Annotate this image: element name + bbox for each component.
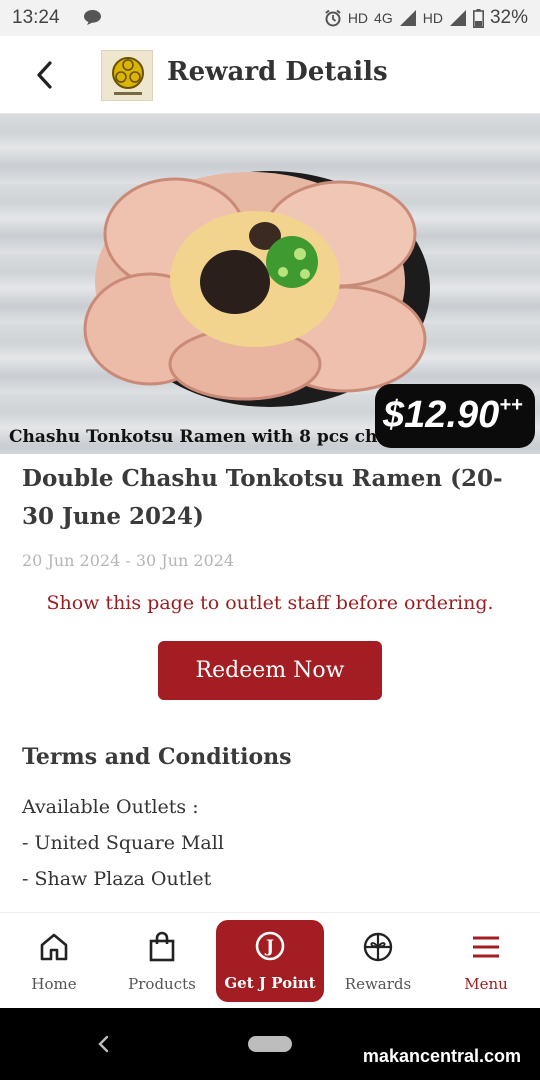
redeem-now-button[interactable]: Redeem Now [158,641,382,700]
svg-text:J: J [264,937,274,957]
status-indicators: HD 4G HD 32% [324,7,528,29]
price-tag: $12.90++ [375,384,535,448]
app-header: Reward Details [0,36,540,114]
nav-label-products: Products [128,975,196,993]
terms-line: - Shaw Plaza Outlet [22,868,212,890]
system-home-pill[interactable] [248,1036,292,1052]
shopping-bag-icon [149,931,175,962]
nav-item-home[interactable]: Home [0,913,108,1009]
reward-dates: 20 Jun 2024 - 30 Jun 2024 [22,551,235,570]
nav-item-rewards[interactable]: Rewards [324,913,432,1009]
nav-label-menu: Menu [464,975,508,993]
nav-label-get-j-point: Get J Point [224,974,316,992]
nav-label-rewards: Rewards [344,975,412,993]
terms-line: Available Outlets : [22,796,199,818]
chevron-left-icon[interactable] [30,56,64,94]
price-value: $12.90 [383,394,500,436]
reward-image: Chashu Tonkotsu Ramen with 8 pcs chashu.… [0,114,540,454]
nav-item-menu[interactable]: Menu [432,913,540,1009]
system-back-icon[interactable] [95,1034,111,1054]
nav-item-products[interactable]: Products [108,913,216,1009]
watermark: makancentral.com [362,1046,521,1066]
signal-icon [399,10,416,26]
chat-notification-icon [84,10,101,25]
hd-indicator-2: HD [422,10,443,26]
nav-item-get-j-point[interactable]: J Get J Point [216,920,324,1002]
j-point-icon: J [255,931,285,961]
hamburger-menu-icon [473,936,499,958]
home-icon [40,933,68,961]
price-suffix: ++ [499,394,523,416]
battery-icon [472,8,484,28]
network-indicator: 4G [374,10,393,26]
status-time: 13:24 [12,7,60,28]
staff-notice: Show this page to outlet staff before or… [46,592,494,614]
reward-title: Double Chashu Tonkotsu Ramen (20- 30 Jun… [22,465,503,530]
hd-indicator: HD [347,10,369,26]
gift-icon [363,932,393,962]
bottom-nav: Home Products J Get J Point Rewards Menu [0,912,540,1008]
system-nav-bar: makancentral.com [0,1008,540,1080]
status-bar: 13:24 HD 4G HD 32% [0,0,540,36]
page-title: Reward Details [167,57,388,87]
terms-line: - United Square Mall [22,832,224,854]
terms-title: Terms and Conditions [22,744,292,770]
alarm-icon [325,9,341,27]
nav-label-home: Home [31,975,77,993]
brand-crest-logo [101,50,153,101]
hero-caption: Chashu Tonkotsu Ramen with 8 pcs chashu. [9,427,429,447]
battery-level: 32% [489,7,528,28]
signal-icon-2 [449,10,466,26]
